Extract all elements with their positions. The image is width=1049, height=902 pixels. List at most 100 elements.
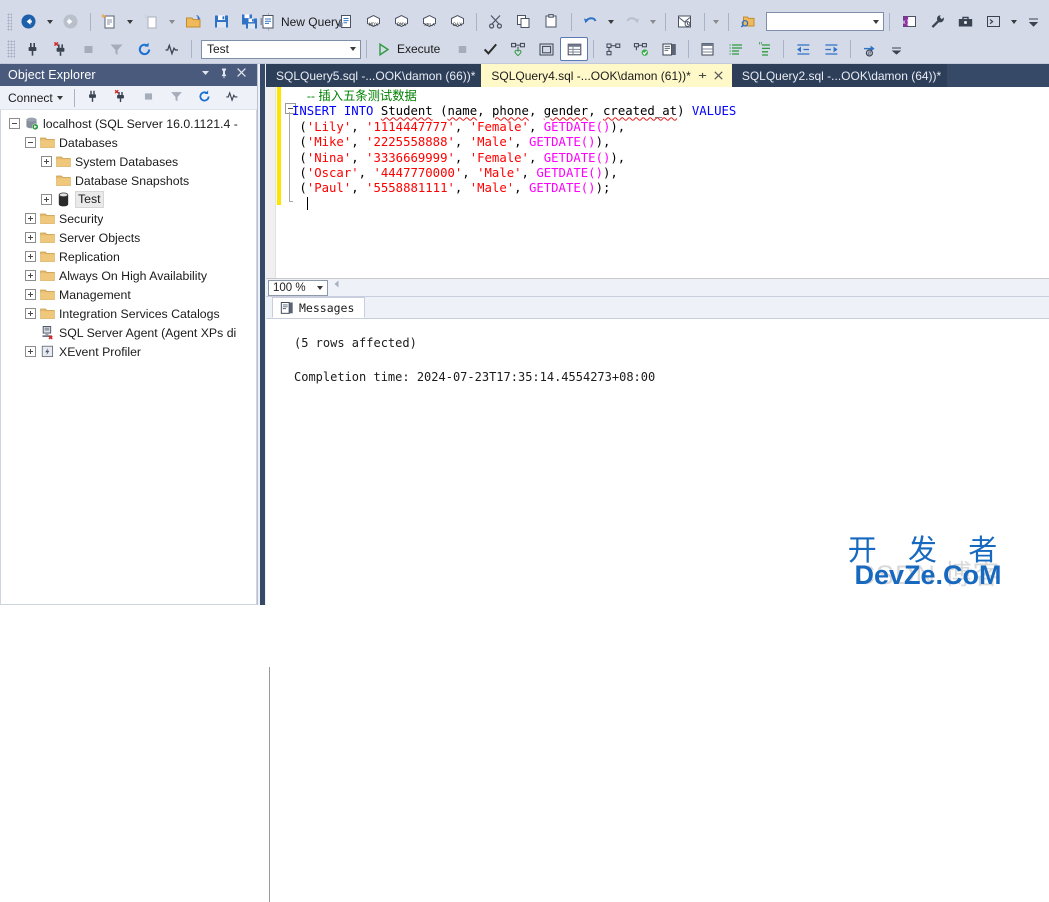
oe-stop-button[interactable] xyxy=(136,86,164,110)
tree-node[interactable]: Replication xyxy=(1,247,256,266)
terminal-button[interactable] xyxy=(979,10,1007,34)
display-estimated-plan-button[interactable] xyxy=(504,37,532,61)
increase-indent-button[interactable] xyxy=(817,37,845,61)
parse-button[interactable] xyxy=(476,37,504,61)
auto-hide-button[interactable] xyxy=(217,66,235,84)
tree-node[interactable]: Databases xyxy=(1,133,256,152)
tree-node[interactable]: Test xyxy=(1,190,256,209)
specify-values-button[interactable]: @ xyxy=(856,37,884,61)
disconnect-button[interactable] xyxy=(46,37,74,61)
terminal-dropdown-icon[interactable] xyxy=(1011,19,1018,24)
oe-connect-button[interactable]: Connect xyxy=(6,90,69,106)
mdx-query-button[interactable]: MDX xyxy=(359,10,387,34)
uncomment-lines-button[interactable]: " xyxy=(750,37,778,61)
oe-connect-server-button[interactable] xyxy=(80,86,108,110)
cut-button[interactable] xyxy=(482,10,510,34)
database-selector[interactable]: Test xyxy=(201,39,361,59)
copy-button[interactable] xyxy=(510,10,538,34)
zoom-selector[interactable]: 100 % xyxy=(268,279,328,296)
filter-button[interactable] xyxy=(102,37,130,61)
results-to-file-button[interactable] xyxy=(694,37,722,61)
properties-button[interactable] xyxy=(923,10,951,34)
toolbar-overflow-button[interactable] xyxy=(1021,10,1049,34)
toolbar-extra-dropdown-icon[interactable] xyxy=(713,19,720,24)
tree-node[interactable]: System Databases xyxy=(1,152,256,171)
include-live-stats-button[interactable] xyxy=(627,37,655,61)
database-dropdown-icon[interactable] xyxy=(345,47,360,51)
window-position-button[interactable] xyxy=(199,66,217,84)
scroll-left-button[interactable] xyxy=(331,278,348,298)
redo-button[interactable] xyxy=(618,10,646,34)
refresh-button[interactable] xyxy=(130,37,158,61)
undo-button[interactable] xyxy=(576,10,604,34)
oe-filter-button[interactable] xyxy=(164,86,192,110)
oe-activity-monitor-button[interactable] xyxy=(220,86,248,110)
object-explorer-tree[interactable]: localhost (SQL Server 16.0.1121.4 - Datab… xyxy=(0,110,257,605)
results-to-grid-button[interactable] xyxy=(560,37,589,61)
quick-find-dropdown-icon[interactable] xyxy=(868,19,883,24)
query-options-button[interactable] xyxy=(532,37,560,61)
add-item-dropdown-icon[interactable] xyxy=(169,19,176,24)
expand-toggle-icon[interactable] xyxy=(41,194,52,205)
options-button[interactable] xyxy=(951,10,979,34)
zoom-dropdown-icon[interactable] xyxy=(313,285,327,290)
oe-connect-dropdown-icon[interactable] xyxy=(56,95,63,100)
tree-node[interactable]: Integration Services Catalogs xyxy=(1,304,256,323)
new-query-button[interactable]: New Query xyxy=(260,10,341,34)
document-tab[interactable]: SQLQuery4.sql -...OOK\damon (61))* xyxy=(481,64,732,87)
add-new-item-button[interactable] xyxy=(137,10,165,34)
toolbar-grip[interactable] xyxy=(7,12,12,31)
tree-node[interactable]: Server Objects xyxy=(1,228,256,247)
tree-node[interactable]: Always On High Availability xyxy=(1,266,256,285)
expand-toggle-icon[interactable] xyxy=(25,346,36,357)
tree-node[interactable]: Management xyxy=(1,285,256,304)
oe-disconnect-button[interactable] xyxy=(108,86,136,110)
open-file-button[interactable] xyxy=(179,10,207,34)
new-project-dropdown-icon[interactable] xyxy=(127,19,134,24)
tree-node[interactable]: SQL Server Agent (Agent XPs di xyxy=(1,323,256,342)
collapse-toggle-icon[interactable] xyxy=(9,118,20,129)
document-tab-strip[interactable]: SQLQuery5.sql -...OOK\damon (66))* SQLQue… xyxy=(266,64,1049,87)
expand-toggle-icon[interactable] xyxy=(25,270,36,281)
connect-button[interactable] xyxy=(18,37,46,61)
paste-button[interactable] xyxy=(538,10,566,34)
tree-node[interactable]: XEvent Profiler xyxy=(1,342,256,361)
redo-dropdown-icon[interactable] xyxy=(650,19,657,24)
expand-toggle-icon[interactable] xyxy=(25,213,36,224)
document-tab[interactable]: SQLQuery2.sql -...OOK\damon (64))* xyxy=(731,64,948,87)
new-db-engine-query-button[interactable] xyxy=(331,10,359,34)
expand-toggle-icon[interactable] xyxy=(25,289,36,300)
results-to-text-button[interactable] xyxy=(655,37,683,61)
toolbox-button[interactable]: x) xyxy=(895,10,923,34)
execute-button[interactable]: Execute xyxy=(372,37,448,61)
back-dropdown-icon[interactable] xyxy=(46,19,53,24)
new-project-button[interactable] xyxy=(95,10,123,34)
oe-refresh-button[interactable] xyxy=(192,86,220,110)
close-panel-button[interactable] xyxy=(235,66,253,84)
query-toolbar-overflow-button[interactable] xyxy=(884,37,912,61)
expand-toggle-icon[interactable] xyxy=(25,232,36,243)
sql-editor[interactable]: -- 插入五条测试数据 INSERT INTO Student (name, ph… xyxy=(266,87,1049,279)
expand-toggle-icon[interactable] xyxy=(25,251,36,262)
quick-find-input[interactable] xyxy=(766,12,885,31)
tab-close-icon[interactable] xyxy=(712,69,726,83)
navigate-backward-button[interactable] xyxy=(15,10,43,34)
expand-toggle-icon[interactable] xyxy=(41,156,52,167)
tree-node[interactable]: localhost (SQL Server 16.0.1121.4 - xyxy=(1,114,256,133)
collapse-toggle-icon[interactable] xyxy=(25,137,36,148)
save-button[interactable] xyxy=(207,10,235,34)
decrease-indent-button[interactable] xyxy=(789,37,817,61)
stop-query-button[interactable] xyxy=(448,37,476,61)
find-scope-button[interactable] xyxy=(734,10,762,34)
results-tab-strip[interactable]: Messages xyxy=(266,297,1049,319)
tab-messages[interactable]: Messages xyxy=(272,297,366,318)
activity-monitor-button[interactable] xyxy=(158,37,186,61)
comment-lines-button[interactable] xyxy=(722,37,750,61)
undo-dropdown-icon[interactable] xyxy=(608,19,615,24)
document-tab[interactable]: SQLQuery5.sql -...OOK\damon (66))* xyxy=(266,64,482,87)
tree-node[interactable]: Database Snapshots xyxy=(1,171,256,190)
stop-connection-button[interactable] xyxy=(74,37,102,61)
sql-code-text[interactable]: -- 插入五条测试数据 INSERT INTO Student (name, ph… xyxy=(292,89,1049,278)
tree-node[interactable]: Security xyxy=(1,209,256,228)
tab-pin-icon[interactable] xyxy=(696,69,710,83)
